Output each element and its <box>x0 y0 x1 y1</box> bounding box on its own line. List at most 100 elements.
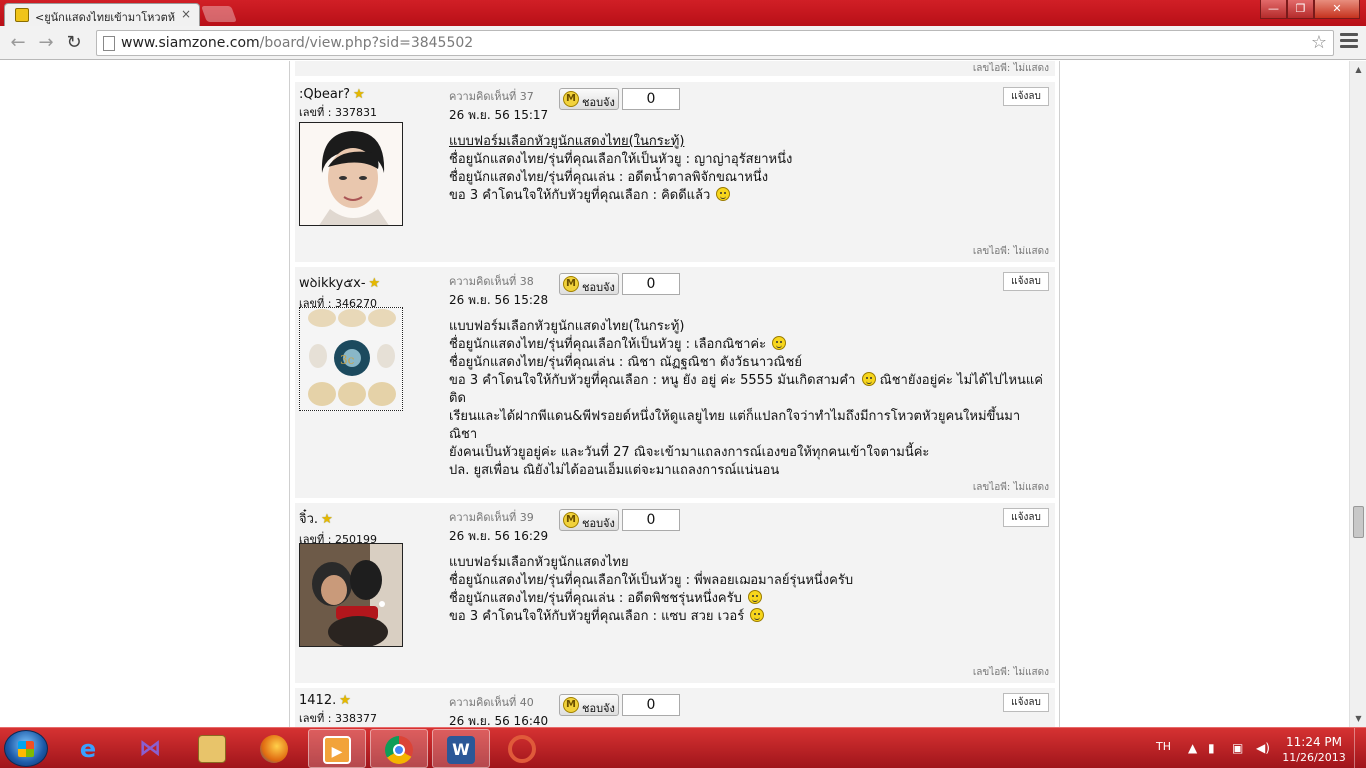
avatar[interactable] <box>299 122 403 226</box>
poster-info: wꝺikky๕x- ★ เลขที่ : 346270 <box>299 272 380 312</box>
browser-title-bar: <ยูนักแสดงไทยเข้ามาโหวตห้ × — ❐ ✕ <box>0 0 1366 26</box>
member-star-icon: ★ <box>339 693 351 708</box>
ip-label: เลขไอพี: ไม่แสดง <box>972 246 1049 257</box>
comment-body: แบบฟอร์มเลือกหัวยูนักแสดงไทย ชื่อยูนักแส… <box>449 554 1049 626</box>
system-tray: TH ▲ ▮ ▣ ◀) 11:24 PM 11/26/2013 <box>1150 728 1366 768</box>
report-button[interactable]: แจ้งลบ <box>1003 87 1049 106</box>
like-icon: M <box>563 512 579 528</box>
avatar[interactable] <box>299 543 403 647</box>
clock-time[interactable]: 11:24 PM <box>1282 735 1346 749</box>
comment-line: ชื่อยูนักแสดงไทย/รุ่นที่คุณเลือกให้เป็นห… <box>449 152 793 167</box>
poster-info: จิ๋ว. ★ เลขที่ : 250199 <box>299 508 377 548</box>
poster-info: 1412. ★ เลขที่ : 338377 <box>299 693 377 727</box>
tray-device-icon[interactable]: ▮ <box>1208 741 1215 755</box>
report-button[interactable]: แจ้งลบ <box>1003 272 1049 291</box>
username[interactable]: wꝺikky๕x- ★ <box>299 272 380 293</box>
post-remnant: เลขไอพี: ไม่แสดง <box>295 61 1055 76</box>
browser-toolbar: ← → ↻ www.siamzone.com/board/view.php?si… <box>0 26 1366 60</box>
show-desktop-button[interactable] <box>1354 728 1366 768</box>
like-label: ชอบจัง <box>582 517 615 530</box>
folder-icon <box>198 735 226 763</box>
siamzone-favicon-icon <box>15 8 29 22</box>
comment-post: :Qbear? ★ เลขที่ : 337831 ความคิดเห็นที่ … <box>295 82 1055 262</box>
username[interactable]: 1412. ★ <box>299 693 377 708</box>
like-count: 0 <box>622 694 680 716</box>
comment-number: ความคิดเห็นที่ 40 <box>449 696 534 709</box>
member-number: เลขที่ : 338377 <box>299 712 377 725</box>
bookmark-star-icon[interactable]: ☆ <box>1311 32 1327 53</box>
scroll-up-arrow-icon[interactable]: ▲ <box>1350 61 1366 78</box>
url-text[interactable]: www.siamzone.com/board/view.php?sid=3845… <box>121 35 473 51</box>
clock-date[interactable]: 11/26/2013 <box>1282 751 1346 764</box>
scroll-thumb[interactable] <box>1353 506 1364 538</box>
scroll-down-arrow-icon[interactable]: ▼ <box>1350 710 1366 727</box>
close-window-button[interactable]: ✕ <box>1314 0 1360 19</box>
like-button[interactable]: M ชอบจัง <box>559 88 619 110</box>
chrome-menu-icon[interactable] <box>1340 33 1358 51</box>
taskbar-visual-studio[interactable]: ⋈ <box>122 729 180 768</box>
report-button[interactable]: แจ้งลบ <box>1003 693 1049 712</box>
comment-line-with-emoticon: ชื่อยูนักแสดงไทย/รุ่นที่คุณเล่น : อดีตพิ… <box>449 590 1049 608</box>
ip-label: เลขไอพี: ไม่แสดง <box>972 667 1049 678</box>
windows-taskbar: e ⋈ ▶ W TH ▲ ▮ ▣ ◀) 11:24 PM 11/26/2013 <box>0 727 1366 768</box>
url-path: /board/view.php?sid=3845502 <box>259 35 474 51</box>
taskbar-internet-explorer[interactable]: e <box>60 729 118 768</box>
address-bar[interactable]: www.siamzone.com/board/view.php?sid=3845… <box>96 30 1334 56</box>
reload-button[interactable]: ↻ <box>62 32 86 54</box>
poster-info: :Qbear? ★ เลขที่ : 337831 <box>299 87 377 121</box>
grin-icon <box>772 336 787 350</box>
minimize-button[interactable]: — <box>1260 0 1287 19</box>
member-number: เลขที่ : 337831 <box>299 106 377 119</box>
username[interactable]: :Qbear? ★ <box>299 87 377 102</box>
avatar[interactable]: 3c <box>299 307 403 411</box>
like-icon: M <box>563 276 579 292</box>
page-scrollbar[interactable]: ▲ ▼ <box>1349 61 1366 727</box>
comment-line: ปล. ยูสเพื่อน ณิยังไม่ได้ออนเอ็มแต่จะมาแ… <box>449 463 780 478</box>
laugh-icon <box>748 590 763 604</box>
back-button[interactable]: ← <box>6 32 30 54</box>
volume-icon[interactable]: ◀) <box>1256 741 1270 755</box>
comment-line: เรียนและได้ฝากพีแดน&พีฟรอยด์หนึ่งให้ดูแล… <box>449 409 1021 442</box>
comment-meta: ความคิดเห็นที่ 40 26 พ.ย. 56 16:40 <box>449 693 548 727</box>
comment-body: แบบฟอร์มเลือกหัวยูนักแสดงไทย(ในกระทู้) ช… <box>449 133 1049 205</box>
report-button[interactable]: แจ้งลบ <box>1003 508 1049 527</box>
taskbar-firefox[interactable] <box>246 729 304 768</box>
taskbar-chrome[interactable] <box>370 729 428 768</box>
tab-close-icon[interactable]: × <box>181 7 191 21</box>
comment-number: ความคิดเห็นที่ 39 <box>449 511 534 524</box>
network-icon[interactable]: ▣ <box>1232 741 1243 755</box>
like-icon: M <box>563 697 579 713</box>
comment-date: 26 พ.ย. 56 16:29 <box>449 529 549 543</box>
like-button[interactable]: M ชอบจัง <box>559 509 619 531</box>
comment-date: 26 พ.ย. 56 15:28 <box>449 293 549 307</box>
new-tab-button[interactable] <box>201 6 237 22</box>
comment-line: ชื่อยูนักแสดงไทย/รุ่นที่คุณเลือกให้เป็นห… <box>449 573 854 588</box>
page-viewport: เลขไอพี: ไม่แสดง :Qbear? ★ เลขที่ : 33783… <box>0 61 1349 727</box>
forward-button[interactable]: → <box>34 32 58 54</box>
firefox-icon <box>260 735 288 763</box>
comment-date: 26 พ.ย. 56 15:17 <box>449 108 549 122</box>
start-button[interactable] <box>4 730 48 767</box>
tray-expand-icon[interactable]: ▲ <box>1188 741 1197 755</box>
browser-tab-active[interactable]: <ยูนักแสดงไทยเข้ามาโหวตห้ × <box>4 3 200 26</box>
language-indicator[interactable]: TH <box>1156 740 1171 753</box>
maximize-button[interactable]: ❐ <box>1287 0 1314 19</box>
comment-meta: ความคิดเห็นที่ 37 26 พ.ย. 56 15:17 <box>449 87 548 125</box>
app-ring-icon <box>508 735 536 763</box>
like-button[interactable]: M ชอบจัง <box>559 273 619 295</box>
taskbar-media-player[interactable]: ▶ <box>308 729 366 768</box>
comment-meta: ความคิดเห็นที่ 39 26 พ.ย. 56 16:29 <box>449 508 548 546</box>
comment-line-with-emoticon: ขอ 3 คำโดนใจให้กับหัวยูที่คุณเลือก : คิด… <box>449 187 1049 205</box>
taskbar-file-explorer[interactable] <box>184 729 242 768</box>
like-count: 0 <box>622 273 680 295</box>
username[interactable]: จิ๋ว. ★ <box>299 508 377 529</box>
taskbar-word[interactable]: W <box>432 729 490 768</box>
like-button[interactable]: M ชอบจัง <box>559 694 619 716</box>
comment-line: แบบฟอร์มเลือกหัวยูนักแสดงไทย(ในกระทู้) <box>449 319 685 334</box>
comment-line-with-emoticon: ชื่อยูนักแสดงไทย/รุ่นที่คุณเลือกให้เป็นห… <box>449 336 1049 354</box>
svg-text:3c: 3c <box>340 353 355 367</box>
word-icon: W <box>447 736 475 764</box>
tab-title: <ยูนักแสดงไทยเข้ามาโหวตห้ <box>35 11 175 24</box>
comment-line-with-emoticon: ขอ 3 คำโดนใจให้กับหัวยูที่คุณเลือก : หนู… <box>449 372 1043 406</box>
taskbar-unknown-app[interactable] <box>494 729 552 768</box>
